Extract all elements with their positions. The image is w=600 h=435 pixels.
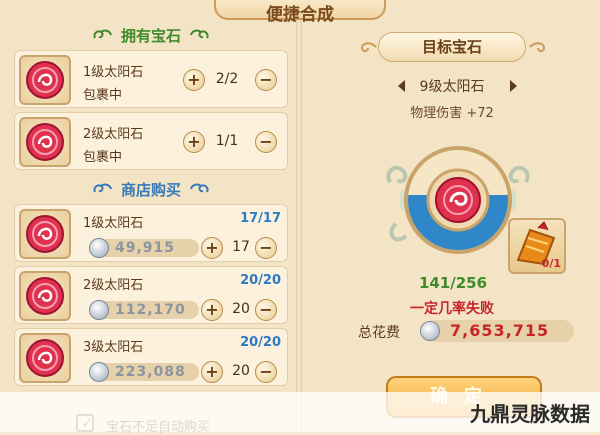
failure-warning: 一定几率失败 <box>410 301 494 317</box>
watermark-text: 九鼎灵脉数据 <box>470 402 590 426</box>
gem-name: 1级太阳石 <box>83 216 144 231</box>
gem-name: 2级太阳石 <box>83 278 144 293</box>
owned-section-header: 拥有宝石 <box>12 20 290 50</box>
target-gem-panel: 目标宝石 9级太阳石 物理伤害 +72 0/1 141/256 一定几率失败 总… <box>306 20 600 432</box>
shop-stock: 17/17 <box>240 211 281 226</box>
swirl-right-icon <box>190 29 209 39</box>
sun-stone-gem-icon <box>26 277 64 315</box>
next-target-arrow-icon[interactable] <box>510 80 517 92</box>
cloud-ornament-icon <box>529 42 546 52</box>
owned-section-title: 拥有宝石 <box>120 26 181 45</box>
material-count: 0/1 <box>541 257 561 270</box>
minus-button[interactable]: − <box>255 131 277 153</box>
gem-slot[interactable] <box>19 55 71 105</box>
shop-stock: 20/20 <box>240 335 281 350</box>
plus-button[interactable]: + <box>183 131 205 153</box>
gem-location: 包裹中 <box>83 150 123 165</box>
gem-source-panel: 拥有宝石 1级太阳石 包裹中 + 2/2 − 2级太阳石 包裹中 + 1/1 −… <box>12 20 290 432</box>
gem-quantity: 1/1 <box>215 133 239 149</box>
shop-section-header: 商店购买 <box>12 174 290 204</box>
gem-slot[interactable] <box>19 117 71 167</box>
total-cost-label: 总花费 <box>358 325 400 341</box>
synthesis-window: 便捷合成 拥有宝石 1级太阳石 包裹中 + 2/2 − 2级太阳石 包裹中 + … <box>0 0 600 435</box>
gem-slot[interactable] <box>19 271 71 321</box>
total-cost-value: 7,653,715 <box>450 321 550 340</box>
plus-button[interactable]: + <box>183 69 205 91</box>
gem-price: 223,088 <box>115 364 186 380</box>
silver-coin-icon <box>420 321 440 341</box>
minus-button[interactable]: − <box>255 361 277 383</box>
sun-stone-gem-icon <box>26 339 64 377</box>
gem-price: 49,915 <box>115 240 176 256</box>
buy-quantity: 20 <box>232 301 250 317</box>
silver-coin-icon <box>89 362 109 382</box>
silver-coin-icon <box>89 238 109 258</box>
shop-section-title: 商店购买 <box>120 180 181 199</box>
shop-stock: 20/20 <box>240 273 281 288</box>
plus-button[interactable]: + <box>201 299 223 321</box>
shop-gem-row: 1级太阳石 17/17 49,915 + 17 − <box>14 204 288 262</box>
buy-quantity: 20 <box>232 363 250 379</box>
gem-price: 112,170 <box>115 302 186 318</box>
window-title: 便捷合成 <box>214 0 386 25</box>
gem-name: 1级太阳石 <box>83 65 144 80</box>
sun-stone-gem-icon <box>26 61 64 99</box>
cloud-ornament-icon <box>360 42 377 52</box>
owned-gem-row: 1级太阳石 包裹中 + 2/2 − <box>14 50 288 108</box>
plus-button[interactable]: + <box>201 361 223 383</box>
synthesis-progress: 141/256 <box>418 274 488 292</box>
panel-divider <box>296 20 302 432</box>
gem-location: 包裹中 <box>83 88 123 103</box>
sun-stone-gem-icon <box>26 215 64 253</box>
silver-coin-icon <box>89 300 109 320</box>
gem-slot[interactable] <box>19 333 71 383</box>
target-gem-attribute: 物理伤害 +72 <box>410 106 494 121</box>
minus-button[interactable]: − <box>255 237 277 259</box>
material-slot[interactable]: 0/1 <box>508 218 566 274</box>
gem-quantity: 2/2 <box>215 71 239 87</box>
target-section-title: 目标宝石 <box>378 32 526 62</box>
shop-gem-row: 3级太阳石 20/20 223,088 + 20 − <box>14 328 288 386</box>
minus-button[interactable]: − <box>255 299 277 321</box>
gem-slot[interactable] <box>19 209 71 259</box>
sun-stone-gem-icon <box>26 123 64 161</box>
owned-gem-row: 2级太阳石 包裹中 + 1/1 − <box>14 112 288 170</box>
gem-name: 3级太阳石 <box>83 340 144 355</box>
swirl-left-icon <box>93 183 112 193</box>
buy-quantity: 17 <box>232 239 250 255</box>
plus-button[interactable]: + <box>201 237 223 259</box>
gem-name: 2级太阳石 <box>83 127 144 142</box>
swirl-left-icon <box>93 29 112 39</box>
minus-button[interactable]: − <box>255 69 277 91</box>
swirl-right-icon <box>190 183 209 193</box>
shop-gem-row: 2级太阳石 20/20 112,170 + 20 − <box>14 266 288 324</box>
target-gem-name: 9级太阳石 <box>419 79 485 95</box>
